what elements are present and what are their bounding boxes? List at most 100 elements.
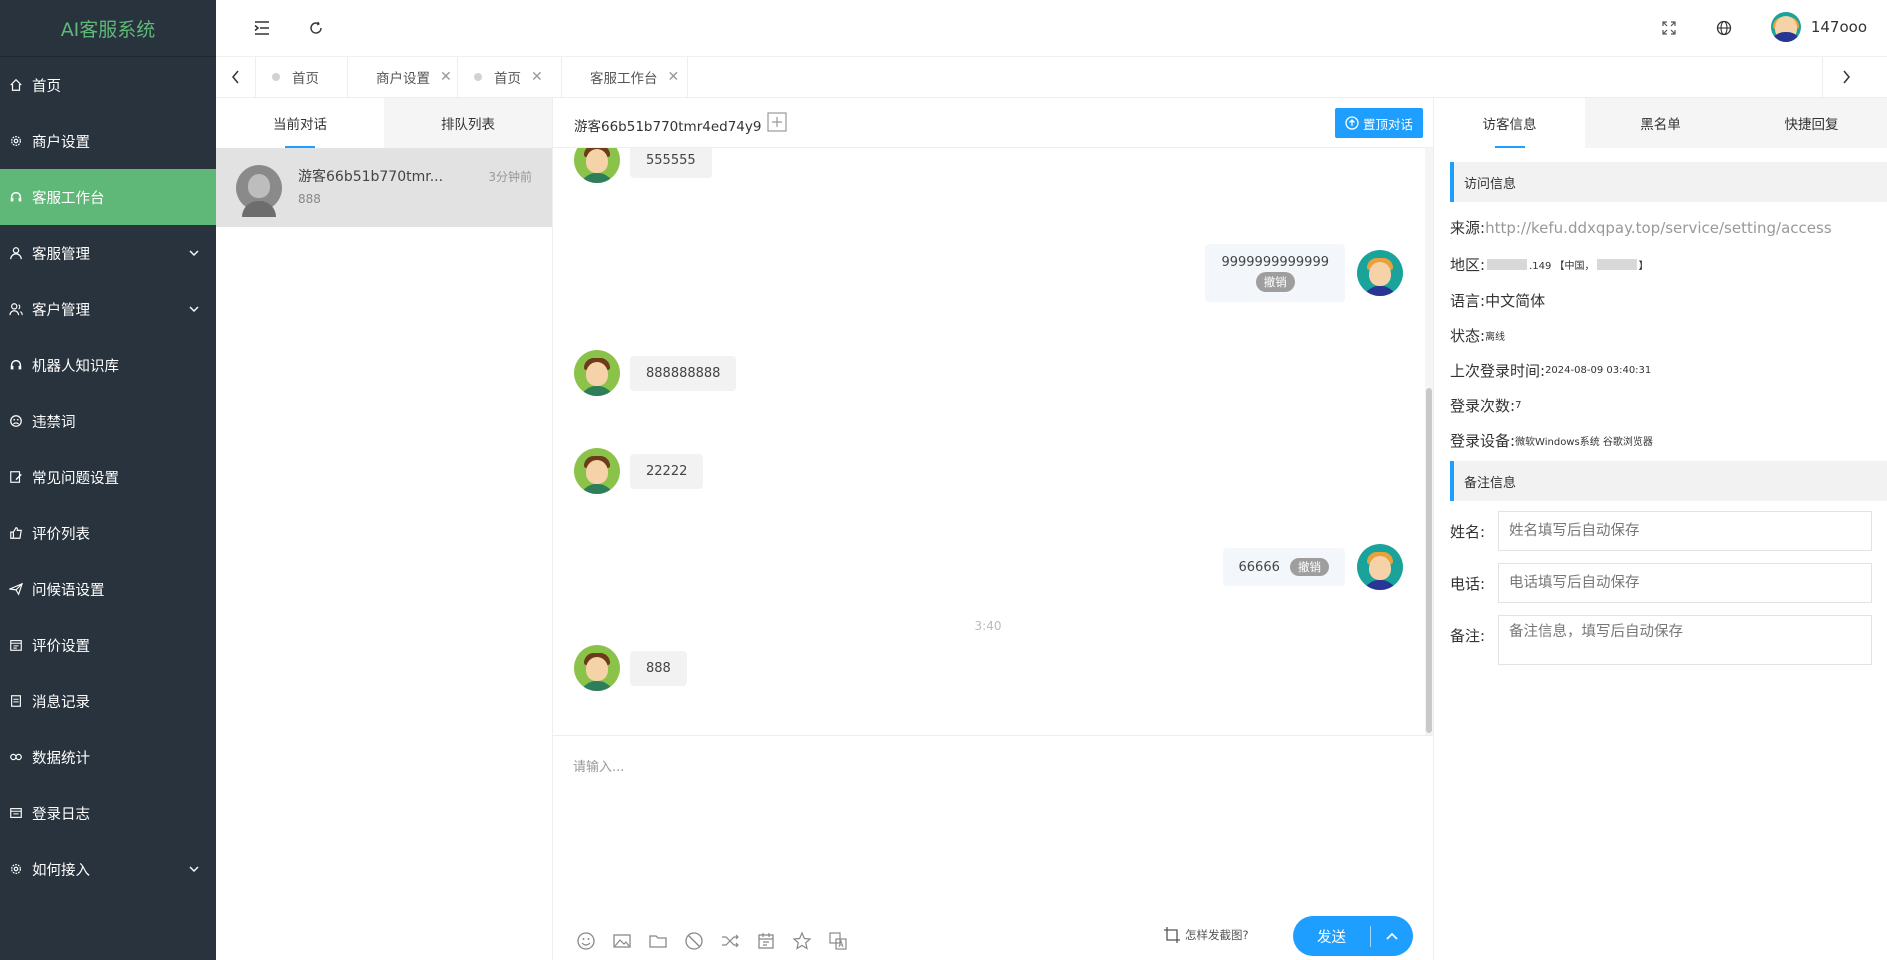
avatar bbox=[236, 165, 282, 217]
tabs-scroll-left-button[interactable] bbox=[216, 57, 256, 97]
avatar bbox=[574, 645, 620, 691]
tab-visitor-info[interactable]: 访客信息 bbox=[1434, 98, 1585, 148]
tab-blacklist[interactable]: 黑名单 bbox=[1585, 98, 1736, 148]
chevron-left-icon bbox=[231, 70, 239, 84]
sidebar-item-label: 评价列表 bbox=[32, 526, 90, 543]
brand-logo: AI客服系统 bbox=[0, 0, 216, 57]
home-icon bbox=[8, 77, 24, 93]
fullscreen-button[interactable] bbox=[1655, 14, 1683, 42]
sidebar-item-login-log[interactable]: 登录日志 bbox=[0, 785, 216, 841]
sidebar-item-greeting-settings[interactable]: 问候语设置 bbox=[0, 561, 216, 617]
send-button[interactable]: 发送 bbox=[1293, 925, 1371, 947]
translate-icon[interactable] bbox=[825, 928, 851, 954]
image-icon[interactable] bbox=[609, 928, 635, 954]
revoke-button[interactable]: 撤销 bbox=[1255, 272, 1295, 292]
message-scrollbar[interactable] bbox=[1425, 148, 1433, 735]
star-icon[interactable] bbox=[789, 928, 815, 954]
sidebar-item-customer-management[interactable]: 客户管理 bbox=[0, 281, 216, 337]
login-count-value: 7 bbox=[1515, 400, 1522, 411]
send-icon bbox=[8, 581, 24, 597]
conversation-item[interactable]: 游客66b51b770tmr... 3分钟前 888 bbox=[216, 148, 552, 227]
tab-label: 首页 bbox=[292, 71, 319, 87]
sidebar-item-agent-management[interactable]: 客服管理 bbox=[0, 225, 216, 281]
status-row: 状态: 离线 bbox=[1450, 325, 1887, 346]
tabs-scroll-right-button[interactable] bbox=[1822, 57, 1887, 97]
tab-queue-list[interactable]: 排队列表 bbox=[384, 98, 552, 148]
tab-current-conversations[interactable]: 当前对话 bbox=[216, 98, 384, 148]
close-icon[interactable]: ✕ bbox=[668, 69, 680, 85]
edit-icon bbox=[8, 469, 24, 485]
last-login-value: 2024-08-09 03:40:31 bbox=[1545, 365, 1652, 376]
block-icon[interactable] bbox=[681, 928, 707, 954]
message-text: 22222 bbox=[630, 453, 704, 489]
remark-label: 备注: bbox=[1450, 627, 1486, 645]
add-icon[interactable] bbox=[767, 112, 787, 132]
note-section-title: 备注信息 bbox=[1450, 461, 1887, 501]
conversation-time: 3分钟前 bbox=[488, 170, 532, 184]
folder-icon[interactable] bbox=[645, 928, 671, 954]
info-tabs: 访客信息 黑名单 快捷回复 bbox=[1434, 98, 1887, 148]
send-options-button[interactable] bbox=[1371, 932, 1413, 940]
collapse-menu-button[interactable] bbox=[248, 14, 276, 42]
page-tabs-bar: 首页 商户设置 ✕ 首页 ✕ 客服工作台 ✕ bbox=[216, 57, 1887, 98]
remark-field[interactable] bbox=[1498, 615, 1872, 665]
remark-field-row: 备注: bbox=[1450, 615, 1887, 665]
avatar bbox=[1770, 12, 1801, 42]
refresh-button[interactable] bbox=[302, 14, 330, 42]
sidebar-item-merchant-settings[interactable]: 商户设置 bbox=[0, 113, 216, 169]
log-icon bbox=[8, 805, 24, 821]
screenshot-help-link[interactable]: 怎样发截图? bbox=[1163, 926, 1249, 944]
sad-face-icon bbox=[8, 413, 24, 429]
sidebar-item-label: 商户设置 bbox=[32, 134, 90, 151]
tab-home[interactable]: 首页 bbox=[256, 57, 348, 97]
phone-field[interactable] bbox=[1498, 563, 1872, 603]
sidebar-item-faq-settings[interactable]: 常见问题设置 bbox=[0, 449, 216, 505]
tab-merchant-settings[interactable]: 商户设置 ✕ bbox=[348, 57, 458, 97]
scrollbar-thumb[interactable] bbox=[1426, 388, 1432, 733]
message-text: 555555 bbox=[630, 148, 712, 178]
tab-home-2[interactable]: 首页 ✕ bbox=[458, 57, 562, 97]
message-input[interactable] bbox=[573, 756, 1393, 876]
name-field[interactable] bbox=[1498, 511, 1872, 551]
sidebar-item-how-to-integrate[interactable]: 如何接入 bbox=[0, 841, 216, 897]
up-arrow-circle-icon bbox=[1345, 116, 1359, 130]
sidebar-item-robot-knowledge[interactable]: 机器人知识库 bbox=[0, 337, 216, 393]
conversation-last-message: 888 bbox=[298, 192, 321, 206]
avatar bbox=[574, 350, 620, 396]
message-visitor: 22222 bbox=[574, 448, 704, 494]
users-icon bbox=[8, 301, 24, 317]
sidebar-item-workbench[interactable]: 客服工作台 bbox=[0, 169, 216, 225]
calendar-icon[interactable] bbox=[753, 928, 779, 954]
pin-conversation-button[interactable]: 置顶对话 bbox=[1334, 108, 1423, 138]
sidebar-menu: 首页 商户设置 客服工作台 客服管理 客户管理 机器人知识库 违禁词 常见问题设… bbox=[0, 57, 216, 897]
sidebar-item-banned-words[interactable]: 违禁词 bbox=[0, 393, 216, 449]
user-icon bbox=[8, 245, 24, 261]
sidebar-item-statistics[interactable]: 数据统计 bbox=[0, 729, 216, 785]
sidebar-item-rating-list[interactable]: 评价列表 bbox=[0, 505, 216, 561]
fullscreen-icon bbox=[1662, 21, 1676, 35]
sidebar-item-home[interactable]: 首页 bbox=[0, 57, 216, 113]
link-icon bbox=[8, 749, 24, 765]
revoke-button[interactable]: 撤销 bbox=[1290, 558, 1329, 576]
sidebar-item-rating-settings[interactable]: 评价设置 bbox=[0, 617, 216, 673]
tab-workbench[interactable]: 客服工作台 ✕ bbox=[562, 57, 688, 97]
close-icon[interactable]: ✕ bbox=[531, 69, 543, 85]
region-bracket: 】 bbox=[1638, 261, 1649, 272]
message-agent: 66666 撤销 bbox=[1222, 544, 1403, 590]
status-value: 离线 bbox=[1485, 332, 1506, 343]
close-icon[interactable]: ✕ bbox=[440, 69, 452, 85]
sidebar-item-message-log[interactable]: 消息记录 bbox=[0, 673, 216, 729]
chevron-right-icon bbox=[1843, 70, 1850, 84]
user-menu[interactable]: 147ooo bbox=[1770, 12, 1867, 42]
message-list: 555555 9999999999999 撤销 888888888 22222 … bbox=[553, 148, 1423, 735]
transfer-icon[interactable] bbox=[717, 928, 743, 954]
sidebar: AI客服系统 首页 商户设置 客服工作台 客服管理 客户管理 机器人知识库 违禁… bbox=[0, 0, 216, 960]
last-login-row: 上次登录时间: 2024-08-09 03:40:31 bbox=[1450, 360, 1887, 381]
language-button[interactable] bbox=[1710, 14, 1738, 42]
name-field-row: 姓名: bbox=[1450, 511, 1887, 551]
calendar-icon bbox=[8, 637, 24, 653]
emoji-icon[interactable] bbox=[573, 928, 599, 954]
tab-quick-reply[interactable]: 快捷回复 bbox=[1736, 98, 1887, 148]
chevron-down-icon bbox=[189, 306, 199, 312]
sidebar-item-label: 机器人知识库 bbox=[32, 358, 119, 375]
